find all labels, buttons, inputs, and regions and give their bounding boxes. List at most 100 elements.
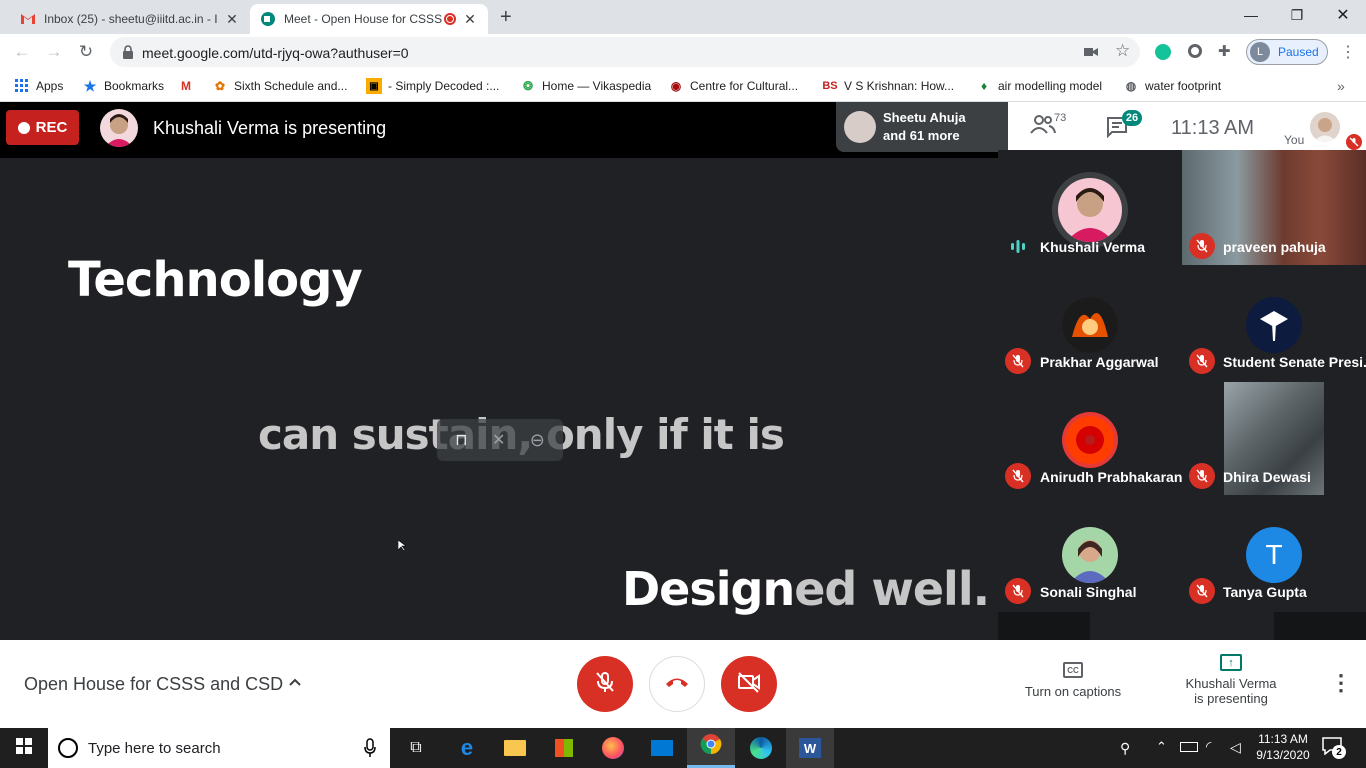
participants-grid: Khushali Verma praveen pahuja Prakhar Ag… xyxy=(998,150,1366,640)
task-view-button[interactable]: ⧉ xyxy=(392,728,440,768)
bookmarks-overflow[interactable]: » xyxy=(1337,77,1345,95)
tab-meet[interactable]: Meet - Open House for CSSS ✕ xyxy=(250,4,488,34)
taskbar-app-chrome[interactable] xyxy=(687,728,735,768)
people-icon[interactable]: ⚲ xyxy=(1120,740,1130,757)
chat-button[interactable]: 26 xyxy=(1106,110,1142,143)
bookmark-simply-decoded[interactable]: ▣ - Simply Decoded :... xyxy=(366,77,499,95)
meet-icon xyxy=(260,11,276,27)
chat-count-badge: 26 xyxy=(1122,110,1142,126)
participant-initial-avatar: T xyxy=(1246,527,1302,583)
pin-icon: ✿ xyxy=(214,79,226,93)
presenting-button[interactable]: ↑ Khushali Verma is presenting xyxy=(1172,654,1290,706)
participant-tile[interactable]: T Tanya Gupta xyxy=(1182,495,1366,610)
close-tab-icon[interactable]: ✕ xyxy=(462,11,478,28)
microphone-icon[interactable] xyxy=(364,738,376,763)
participant-avatar xyxy=(1062,297,1118,353)
battery-icon[interactable] xyxy=(1180,742,1198,752)
profile-status: Paused xyxy=(1278,45,1319,59)
recording-indicator-icon xyxy=(444,13,456,25)
bookmark-bookmarks[interactable]: ★ Bookmarks xyxy=(82,77,164,95)
participants-count: 73 xyxy=(1054,112,1067,124)
back-icon[interactable]: ← xyxy=(8,38,36,66)
leave-call-button[interactable] xyxy=(649,656,705,712)
volume-icon[interactable]: ◁ xyxy=(1230,739,1241,756)
participant-tile-video[interactable]: Dhira Dewasi xyxy=(1182,380,1366,495)
taskbar-app-explorer[interactable] xyxy=(491,728,539,768)
search-circle-icon xyxy=(58,738,78,758)
wifi-icon[interactable]: ◜ xyxy=(1206,738,1211,755)
profile-button[interactable]: L Paused xyxy=(1246,39,1328,65)
clock-time: 11:13 AM xyxy=(1258,732,1308,746)
show-hidden-icons[interactable]: ⌃ xyxy=(1156,739,1167,755)
bookmark-water-footprint[interactable]: ◍ water footprint xyxy=(1123,77,1221,95)
lock-icon xyxy=(122,45,134,64)
taskbar-app-firefox[interactable] xyxy=(589,728,637,768)
reload-icon[interactable]: ↻ xyxy=(72,38,100,66)
bookmark-star-icon[interactable]: ☆ xyxy=(1115,41,1130,61)
taskbar-app-edge-legacy[interactable]: e xyxy=(443,728,491,768)
participant-name: praveen pahuja xyxy=(1223,239,1326,255)
new-tab-button[interactable]: + xyxy=(500,6,512,29)
camera-icon[interactable] xyxy=(1084,45,1098,63)
taskbar-app-mail[interactable] xyxy=(638,728,686,768)
forward-icon[interactable]: → xyxy=(40,38,68,66)
bookmark-vs-krishnan[interactable]: BS V S Krishnan: How... xyxy=(822,77,954,95)
bookmark-centre-cultural[interactable]: ◉ Centre for Cultural... xyxy=(668,77,798,95)
system-clock[interactable]: 11:13 AM 9/13/2020 xyxy=(1252,731,1314,763)
remove-icon[interactable]: ⊖ xyxy=(530,430,545,451)
extension-icon[interactable] xyxy=(1188,44,1202,58)
grammarly-icon[interactable] xyxy=(1155,44,1171,60)
gmail-icon xyxy=(20,11,36,27)
bookmark-gmail[interactable]: M xyxy=(178,77,200,95)
participant-tile[interactable]: Sonali Singhal xyxy=(998,495,1182,610)
restore-icon[interactable]: ❐ xyxy=(1274,0,1320,30)
close-tab-icon[interactable]: ✕ xyxy=(224,11,240,28)
participant-tile-video[interactable]: praveen pahuja xyxy=(1182,150,1366,265)
mute-icon[interactable]: ✕ xyxy=(492,430,505,450)
participant-name: Khushali Verma xyxy=(1040,239,1146,255)
participant-tile[interactable]: Anirudh Prabhakaran xyxy=(998,380,1182,495)
folder-icon xyxy=(504,740,526,756)
meeting-title[interactable]: Open House for CSSS and CSD xyxy=(24,674,283,695)
captions-button[interactable]: CC Turn on captions xyxy=(1015,662,1131,699)
taskbar-app-edge[interactable] xyxy=(737,728,785,768)
bookmark-sixth-schedule[interactable]: ✿ Sixth Schedule and... xyxy=(212,77,347,95)
leaf-icon: ♦ xyxy=(980,79,988,93)
tab-title: Meet - Open House for CSSS xyxy=(284,12,443,26)
address-bar[interactable]: meet.google.com/utd-rjyq-owa?authuser=0 … xyxy=(110,37,1140,67)
mic-toggle-button[interactable] xyxy=(577,656,633,712)
chat-icon xyxy=(1106,117,1128,142)
bookmark-air-modelling[interactable]: ♦ air modelling model xyxy=(976,77,1102,95)
bookmark-apps[interactable]: Apps xyxy=(14,77,63,95)
taskbar-search[interactable]: Type here to search xyxy=(48,728,390,768)
start-button[interactable] xyxy=(0,728,48,768)
bookmark-vikaspedia[interactable]: ❂ Home — Vikaspedia xyxy=(520,77,651,95)
edge-icon: e xyxy=(460,735,474,760)
action-center-button[interactable]: 2 xyxy=(1322,737,1346,760)
store-icon xyxy=(555,739,573,757)
close-window-icon[interactable]: ✕ xyxy=(1320,0,1366,30)
chevron-up-icon[interactable] xyxy=(287,674,303,695)
participant-tile[interactable]: Khushali Verma xyxy=(998,150,1182,265)
minimize-icon[interactable]: — xyxy=(1228,0,1274,30)
tab-gmail[interactable]: Inbox (25) - sheetu@iiitd.ac.in - I ✕ xyxy=(10,4,250,34)
search-placeholder: Type here to search xyxy=(88,740,221,757)
more-options-icon[interactable]: ⋮ xyxy=(1330,670,1352,696)
menu-dots-icon[interactable]: ⋮ xyxy=(1340,42,1356,62)
bookmark-label: V S Krishnan: How... xyxy=(844,79,955,93)
joiner-avatar xyxy=(844,111,876,143)
taskbar-app-store[interactable] xyxy=(540,728,588,768)
presentation-stage: Technology can sustain, only if it is ⊓ … xyxy=(0,158,998,640)
pin-icon[interactable]: ⊓ xyxy=(455,430,467,450)
you-label: You xyxy=(1284,133,1305,147)
participant-tile[interactable]: Student Senate Presi... xyxy=(1182,265,1366,380)
participant-tile-partial xyxy=(998,612,1090,640)
camera-toggle-button[interactable] xyxy=(721,656,777,712)
participant-tile[interactable]: Prakhar Aggarwal xyxy=(998,265,1182,380)
taskbar-app-word[interactable]: W xyxy=(786,728,834,768)
slide-design-rest: ed well. xyxy=(794,562,990,616)
slide-title: Technology xyxy=(68,252,363,308)
self-avatar[interactable] xyxy=(1310,112,1340,142)
participants-button[interactable]: 73 xyxy=(1030,112,1066,139)
puzzle-icon[interactable]: ✚ xyxy=(1218,42,1231,60)
